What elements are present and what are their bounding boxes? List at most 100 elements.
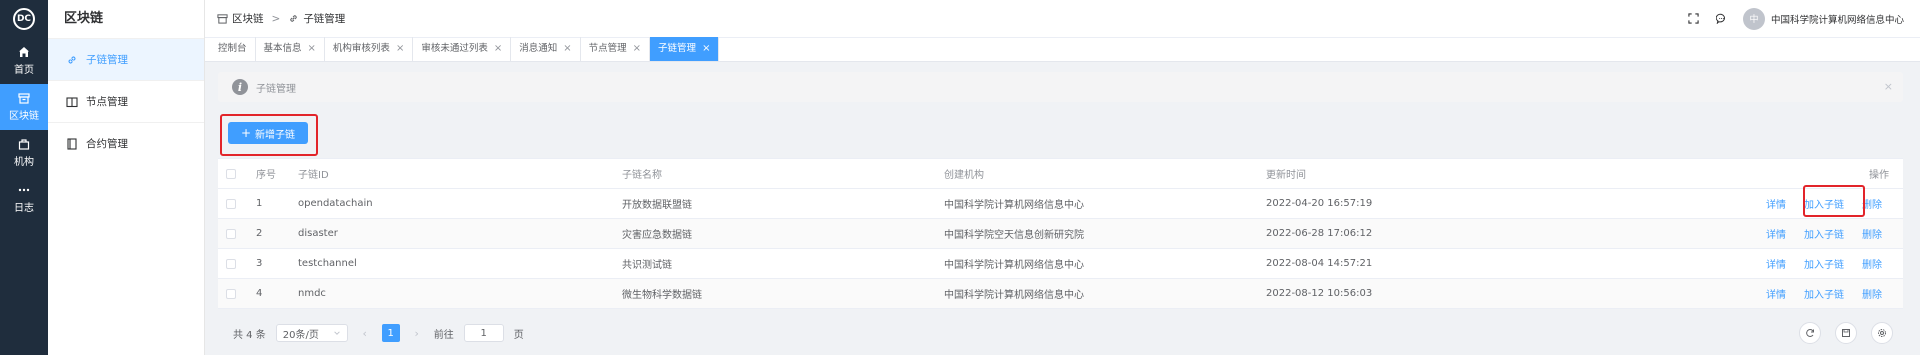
cell-update-time: 2022-08-12 10:56:03	[1266, 288, 1373, 299]
cell-org: 中国科学院计算机网络信息中心	[944, 260, 1084, 271]
breadcrumb-item-blockchain[interactable]: 区块链	[232, 11, 264, 26]
row-checkbox[interactable]	[226, 228, 236, 239]
cell-subchain-name: 开放数据联盟链	[622, 200, 692, 211]
close-icon[interactable]: ×	[702, 37, 710, 61]
page-number-current[interactable]: 1	[381, 324, 400, 342]
header-operations: 操作	[1869, 170, 1889, 181]
breadcrumb-separator: >	[271, 12, 281, 25]
tab-label: 机构审核列表	[332, 43, 390, 54]
tab-review-rejected[interactable]: 审核未通过列表 ×	[413, 37, 512, 61]
chevron-down-icon	[333, 331, 340, 335]
page-size-select[interactable]: 20条/页	[275, 324, 348, 342]
detail-link[interactable]: 详情	[1766, 256, 1786, 271]
cell-update-time: 2022-06-28 17:06:12	[1266, 228, 1373, 239]
cell-subchain-name: 灾害应急数据链	[622, 230, 692, 241]
delete-link[interactable]: 删除	[1862, 256, 1882, 271]
row-checkbox[interactable]	[226, 258, 236, 269]
cell-org: 中国科学院空天信息创新研究院	[944, 230, 1084, 241]
detail-link[interactable]: 详情	[1766, 196, 1786, 211]
next-page-button[interactable]: ›	[410, 327, 424, 340]
gear-icon	[1878, 329, 1886, 337]
tab-label: 消息通知	[519, 43, 558, 54]
tab-basic-info[interactable]: 基本信息 ×	[256, 37, 325, 61]
tab-console[interactable]: 控制台	[210, 37, 256, 61]
tab-org-review[interactable]: 机构审核列表 ×	[325, 37, 414, 61]
user-menu[interactable]: 中 中国科学院计算机网络信息中心	[1742, 7, 1904, 30]
tab-label: 子链管理	[658, 43, 697, 54]
cell-subchain-id: testchannel	[298, 258, 357, 269]
rail-item-label: 区块链	[9, 111, 39, 122]
sidebar-item-label: 子链管理	[86, 54, 128, 66]
prev-page-button[interactable]: ‹	[358, 327, 372, 340]
goto-label: 前往	[433, 329, 454, 341]
close-icon[interactable]: ×	[563, 37, 571, 61]
blockchain-icon	[18, 93, 30, 104]
detail-link[interactable]: 详情	[1766, 226, 1786, 241]
settings-button[interactable]	[1871, 322, 1893, 344]
sidebar-item-node[interactable]: 节点管理	[48, 80, 204, 122]
goto-page-input[interactable]	[463, 324, 504, 342]
refresh-button[interactable]	[1799, 322, 1821, 344]
row-actions: 详情 加入子链 删除	[1766, 286, 1882, 301]
sidebar-item-label: 节点管理	[86, 96, 128, 108]
close-icon[interactable]: ×	[308, 37, 316, 61]
tab-label: 控制台	[218, 43, 247, 54]
join-subchain-link[interactable]: 加入子链	[1804, 286, 1844, 301]
subchain-table: 序号 子链ID 子链名称 创建机构 更新时间 操作 1 opendatachai…	[218, 158, 1903, 309]
rail-item-home[interactable]: 首页	[0, 38, 48, 84]
cell-index: 2	[256, 228, 263, 239]
tab-label: 基本信息	[263, 43, 302, 54]
close-icon[interactable]: ×	[1884, 80, 1893, 93]
table-row: 4 nmdc 微生物科学数据链 中国科学院计算机网络信息中心 2022-08-1…	[218, 279, 1903, 309]
table-tools	[1799, 322, 1893, 344]
join-subchain-link[interactable]: 加入子链	[1804, 226, 1844, 241]
pagination: 共 4 条 20条/页 ‹ 1 › 前往 页	[233, 324, 524, 342]
info-icon: i	[232, 79, 248, 95]
close-icon[interactable]: ×	[633, 37, 641, 61]
table-row: 2 disaster 灾害应急数据链 中国科学院空天信息创新研究院 2022-0…	[218, 219, 1903, 249]
cell-index: 1	[256, 198, 263, 209]
sidebar-item-subchain[interactable]: 子链管理	[48, 38, 204, 80]
close-icon[interactable]: ×	[494, 37, 502, 61]
sidebar-item-label: 合约管理	[86, 138, 128, 150]
rail-item-institution[interactable]: 机构	[0, 130, 48, 176]
close-icon[interactable]: ×	[396, 37, 404, 61]
sidebar-item-contract[interactable]: 合约管理	[48, 122, 204, 164]
select-all-checkbox[interactable]	[226, 168, 236, 179]
export-button[interactable]	[1835, 322, 1857, 344]
delete-link[interactable]: 删除	[1862, 286, 1882, 301]
annotation-box	[1803, 185, 1865, 217]
user-name: 中国科学院计算机网络信息中心	[1770, 14, 1904, 26]
sidebar-title: 区块链	[64, 11, 104, 26]
cell-subchain-id: nmdc	[298, 288, 326, 299]
delete-link[interactable]: 删除	[1862, 226, 1882, 241]
home-icon	[19, 47, 29, 57]
tab-notifications[interactable]: 消息通知 ×	[511, 37, 581, 61]
rail-item-label: 机构	[14, 157, 34, 168]
refresh-icon	[1806, 328, 1814, 337]
tab-subchain-management[interactable]: 子链管理 ×	[650, 37, 720, 61]
book-icon	[66, 96, 78, 107]
row-actions: 详情 加入子链 删除	[1766, 256, 1882, 271]
cell-subchain-id: opendatachain	[298, 198, 373, 209]
delete-link[interactable]: 删除	[1862, 196, 1882, 211]
row-checkbox[interactable]	[226, 198, 236, 209]
join-subchain-link[interactable]: 加入子链	[1804, 256, 1844, 271]
rail-item-label: 日志	[14, 203, 34, 214]
app-logo[interactable]: DC	[0, 0, 48, 38]
breadcrumb: 区块链 > 子链管理	[205, 11, 345, 26]
rail-item-blockchain[interactable]: 区块链	[0, 84, 48, 130]
row-checkbox[interactable]	[226, 288, 236, 299]
total-count: 共 4 条	[233, 329, 266, 341]
logo-mark: DC	[13, 8, 35, 30]
rail-item-log[interactable]: 日志	[0, 176, 48, 222]
cell-index: 4	[256, 288, 263, 299]
add-subchain-button[interactable]: + 新增子链	[228, 122, 308, 144]
cell-org: 中国科学院计算机网络信息中心	[944, 290, 1084, 301]
breadcrumb-item-subchain: 子链管理	[303, 13, 346, 25]
table-row: 1 opendatachain 开放数据联盟链 中国科学院计算机网络信息中心 2…	[218, 189, 1903, 219]
fullscreen-icon[interactable]	[1687, 12, 1701, 26]
message-icon[interactable]	[1715, 12, 1729, 26]
tab-node-management[interactable]: 节点管理 ×	[581, 37, 651, 61]
detail-link[interactable]: 详情	[1766, 286, 1786, 301]
